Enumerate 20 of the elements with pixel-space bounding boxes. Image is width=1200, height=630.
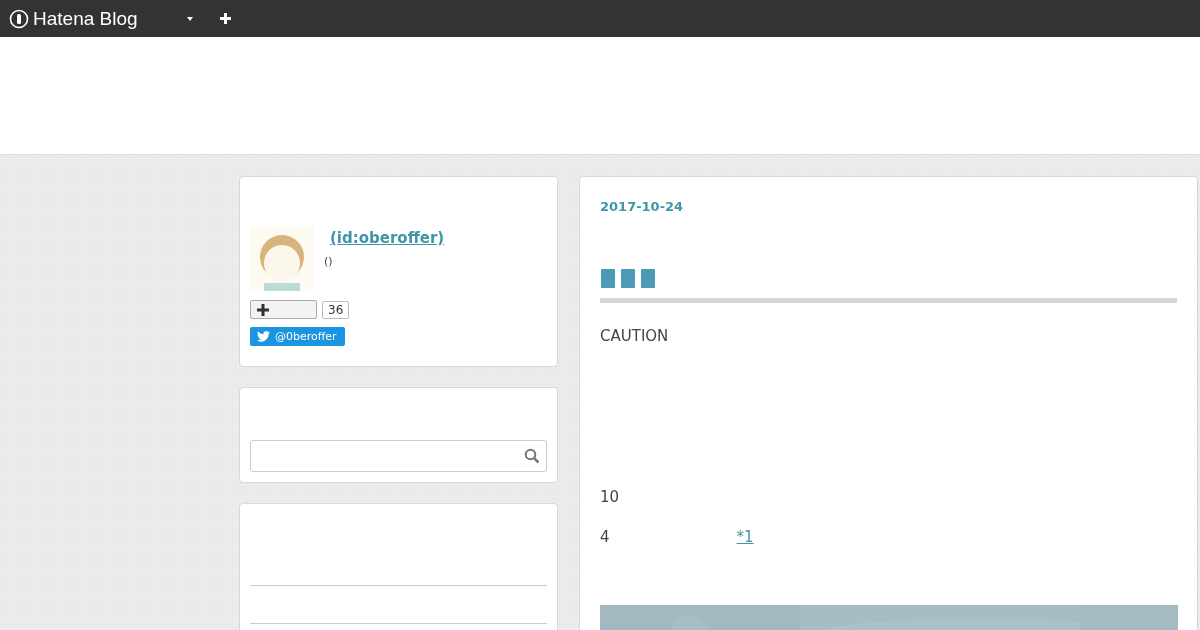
subscribe-button[interactable] <box>250 300 317 319</box>
subscriber-count: 36 <box>322 300 350 319</box>
brand-name[interactable]: Hatena Blog <box>33 7 138 30</box>
caret-icon[interactable] <box>185 14 194 23</box>
bird-icon <box>257 331 270 342</box>
plus-icon <box>257 303 269 316</box>
paragraph-text: 4 <box>600 528 610 546</box>
footnote-link[interactable]: *1 <box>736 528 754 546</box>
entry-date[interactable]: 2017-10-24 <box>600 199 1177 214</box>
paragraph-text: CAUTION <box>600 327 669 345</box>
twitter-follow-button[interactable]: @0beroffer <box>250 327 345 346</box>
logo-icon <box>9 8 29 29</box>
search-field[interactable] <box>250 440 547 472</box>
plus-icon[interactable] <box>219 13 231 24</box>
avatar-icon <box>250 227 314 291</box>
profile-name-link[interactable]: (id:oberoffer) <box>324 229 445 247</box>
profile-description: () <box>324 255 334 268</box>
paragraph-text: 10 <box>600 488 620 506</box>
search-icon[interactable] <box>524 448 540 464</box>
title-glyphs-drawing <box>600 268 656 288</box>
